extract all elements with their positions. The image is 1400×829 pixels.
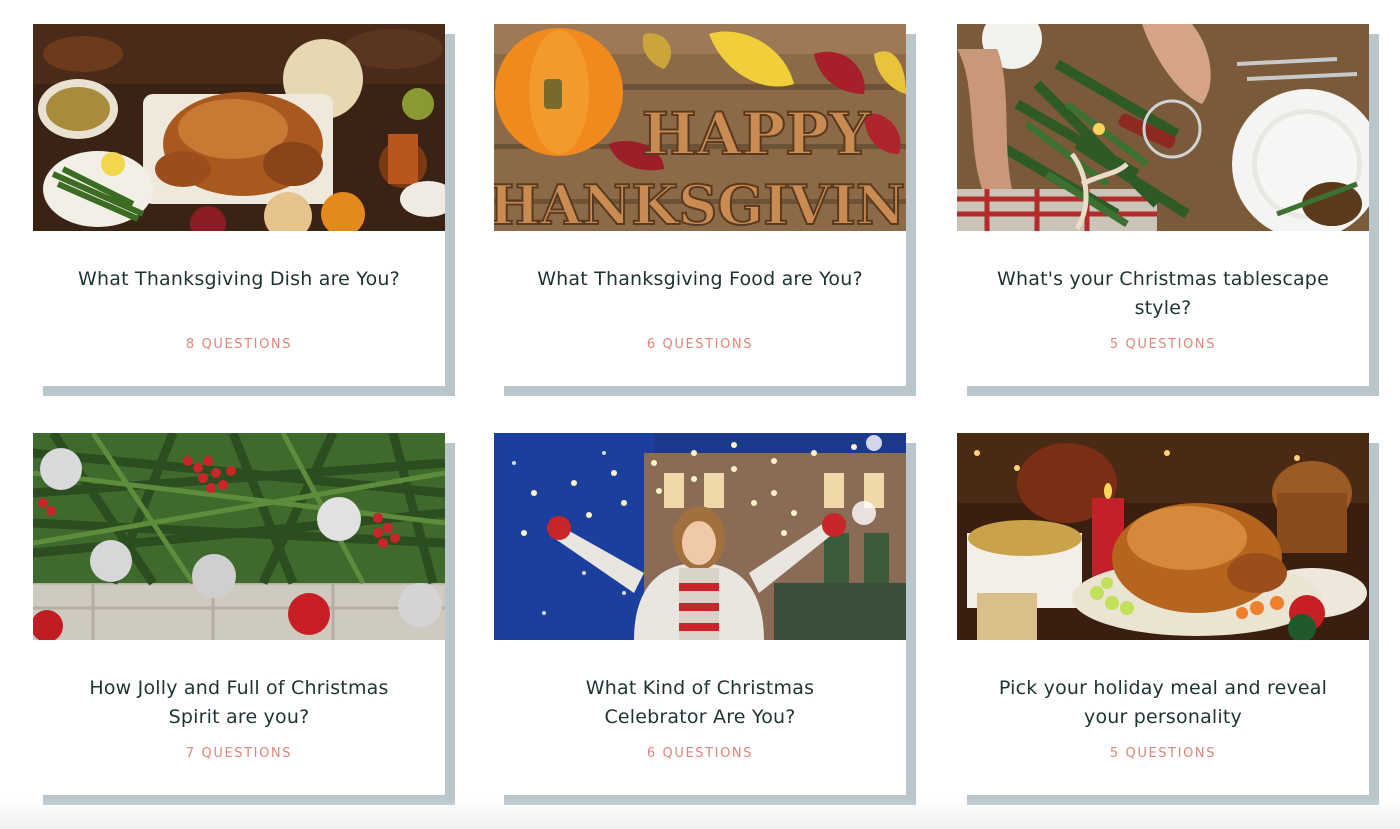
quiz-title[interactable]: Pick your holiday meal and reveal your p… <box>997 674 1329 732</box>
question-count: 5 QUESTIONS <box>1109 746 1217 761</box>
pine-branches-ornaments-photo <box>33 433 445 640</box>
happy-thanksgiving-wood-letters-photo: HAPPY THANKSGIVING <box>494 24 906 231</box>
quiz-title[interactable]: What Kind of Christmas Celebrator Are Yo… <box>534 674 866 732</box>
christmas-table-setting-photo <box>957 24 1369 231</box>
quiz-card-image: HAPPY THANKSGIVING <box>494 24 906 231</box>
quiz-card-image <box>33 24 445 231</box>
quiz-card-image <box>33 433 445 640</box>
quiz-card-wrapper: What Thanksgiving Dish are You? 8 QUESTI… <box>33 24 455 396</box>
question-count: 6 QUESTIONS <box>646 746 754 761</box>
quiz-title[interactable]: What Thanksgiving Dish are You? <box>73 265 405 294</box>
woman-in-snow-city-lights-photo <box>494 433 906 640</box>
quiz-title[interactable]: How Jolly and Full of Christmas Spirit a… <box>73 674 405 732</box>
quiz-card-christmas-tablescape[interactable]: What's your Christmas tablescape style? … <box>957 24 1369 386</box>
question-count: 7 QUESTIONS <box>185 746 293 761</box>
quiz-card-thanksgiving-dish[interactable]: What Thanksgiving Dish are You? 8 QUESTI… <box>33 24 445 386</box>
image-painted-heading-line1: HAPPY <box>642 100 871 168</box>
quiz-card-image <box>494 433 906 640</box>
quiz-title[interactable]: What Thanksgiving Food are You? <box>534 265 866 294</box>
quiz-card-wrapper: What Kind of Christmas Celebrator Are Yo… <box>494 433 916 805</box>
quiz-title[interactable]: What's your Christmas tablescape style? <box>997 265 1329 323</box>
quiz-card-image <box>957 433 1369 640</box>
quiz-card-christmas-celebrator[interactable]: What Kind of Christmas Celebrator Are Yo… <box>494 433 906 795</box>
quiz-card-wrapper: How Jolly and Full of Christmas Spirit a… <box>33 433 455 805</box>
quiz-card-image <box>957 24 1369 231</box>
question-count: 6 QUESTIONS <box>646 337 754 352</box>
quiz-card-holiday-meal[interactable]: Pick your holiday meal and reveal your p… <box>957 433 1369 795</box>
quiz-card-thanksgiving-food[interactable]: HAPPY THANKSGIVING What Thanksgiving Foo… <box>494 24 906 386</box>
quiz-card-wrapper: Pick your holiday meal and reveal your p… <box>957 433 1379 805</box>
question-count: 5 QUESTIONS <box>1109 337 1217 352</box>
holiday-roast-turkey-dinner-photo <box>957 433 1369 640</box>
quiz-card-christmas-spirit[interactable]: How Jolly and Full of Christmas Spirit a… <box>33 433 445 795</box>
quiz-card-wrapper: What's your Christmas tablescape style? … <box>957 24 1379 396</box>
thanksgiving-turkey-table-photo <box>33 24 445 231</box>
quiz-card-wrapper: HAPPY THANKSGIVING What Thanksgiving Foo… <box>494 24 916 396</box>
page-bottom-fade <box>0 799 1400 829</box>
question-count: 8 QUESTIONS <box>185 337 293 352</box>
image-painted-heading-line2: THANKSGIVING <box>494 173 906 231</box>
